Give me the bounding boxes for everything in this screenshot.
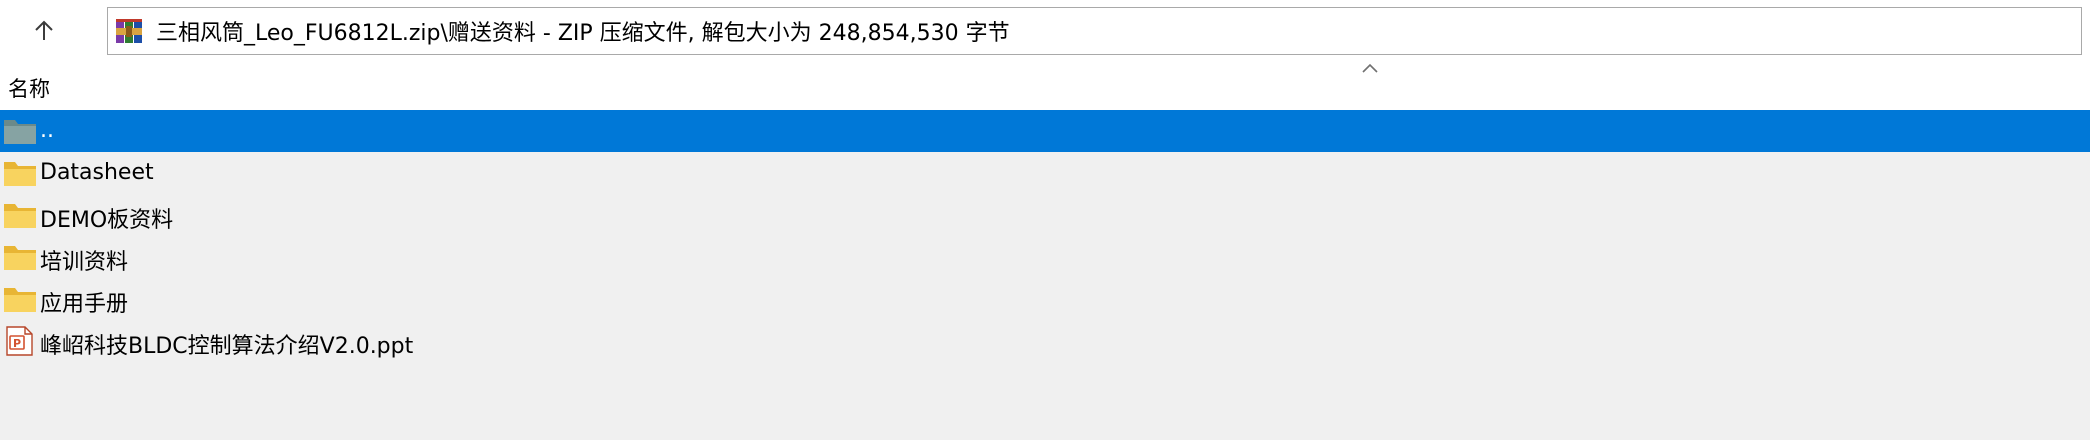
list-item-label: .. bbox=[40, 118, 54, 143]
list-item-folder[interactable]: Datasheet bbox=[0, 152, 2090, 194]
list-item-folder[interactable]: 培训资料 bbox=[0, 236, 2090, 278]
address-bar[interactable]: 三相风筒_Leo_FU6812L.zip\赠送资料 - ZIP 压缩文件, 解包… bbox=[107, 7, 2082, 55]
folder-icon bbox=[4, 288, 36, 312]
list-header: 名称 bbox=[0, 62, 2090, 110]
list-item-label: Datasheet bbox=[40, 160, 154, 185]
sort-ascending-icon[interactable] bbox=[1361, 62, 1379, 74]
folder-icon bbox=[4, 162, 36, 186]
file-list: .. Datasheet DEMO板资料 培训资料 应用手册 P 峰岹科技BLD… bbox=[0, 110, 2090, 362]
column-header-name[interactable]: 名称 bbox=[8, 73, 50, 103]
arrow-up-icon bbox=[35, 20, 53, 40]
list-item-label: 应用手册 bbox=[40, 292, 129, 317]
list-item-label: 培训资料 bbox=[40, 250, 129, 275]
list-item-file[interactable]: P 峰岹科技BLDC控制算法介绍V2.0.ppt bbox=[0, 320, 2090, 362]
folder-icon bbox=[4, 246, 36, 270]
list-item-folder[interactable]: 应用手册 bbox=[0, 278, 2090, 320]
winrar-archive-icon bbox=[116, 19, 142, 43]
list-item-folder[interactable]: DEMO板资料 bbox=[0, 194, 2090, 236]
svg-text:P: P bbox=[13, 337, 21, 350]
list-item-label: DEMO板资料 bbox=[40, 208, 174, 233]
powerpoint-file-icon: P bbox=[6, 326, 33, 356]
up-button[interactable] bbox=[10, 6, 78, 56]
address-path: 三相风筒_Leo_FU6812L.zip\赠送资料 - ZIP 压缩文件, 解包… bbox=[156, 21, 1010, 46]
folder-icon bbox=[4, 204, 36, 228]
list-item-parent[interactable]: .. bbox=[0, 110, 2090, 152]
list-item-label: 峰岹科技BLDC控制算法介绍V2.0.ppt bbox=[40, 334, 414, 359]
toolbar: 三相风筒_Leo_FU6812L.zip\赠送资料 - ZIP 压缩文件, 解包… bbox=[0, 0, 2090, 62]
parent-folder-icon bbox=[4, 120, 36, 144]
